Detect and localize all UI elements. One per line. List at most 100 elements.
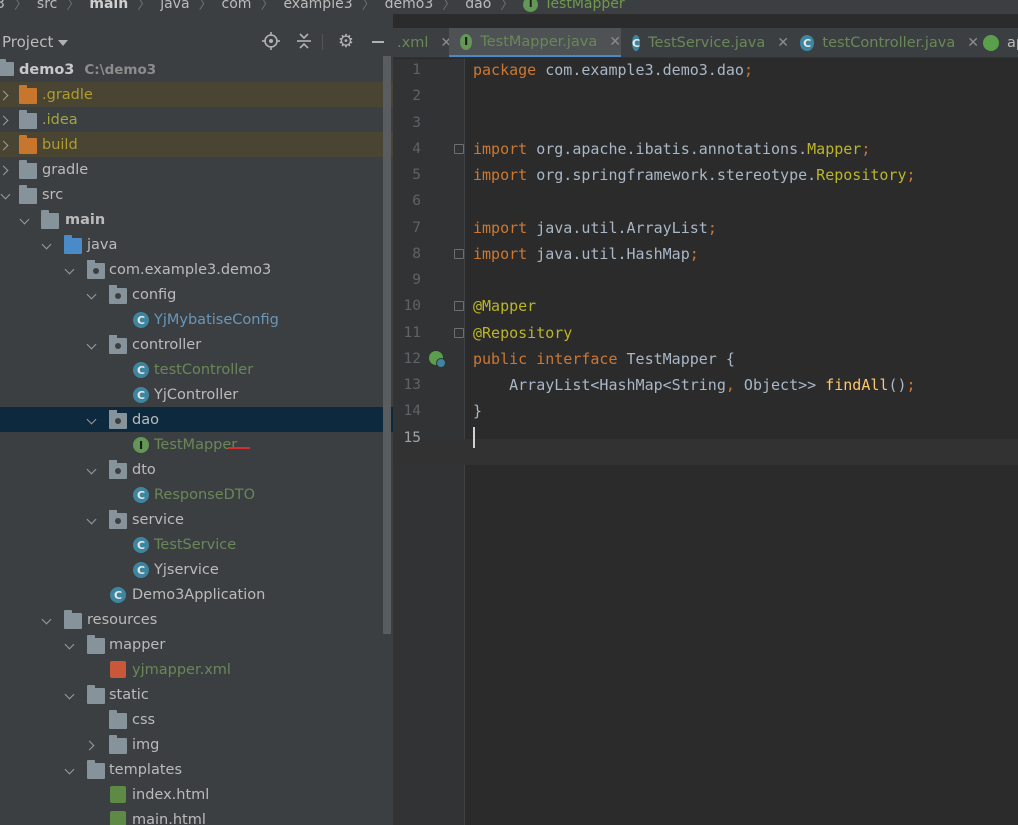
- tree-label: demo3 C:\demo3: [19, 62, 156, 78]
- breadcrumb-java[interactable]: java: [160, 0, 189, 12]
- keyword: package: [473, 61, 537, 79]
- breadcrumb-com[interactable]: com: [222, 0, 252, 12]
- package-icon: [109, 335, 127, 354]
- tree-row-demo3application[interactable]: C Demo3Application: [0, 582, 393, 607]
- tree-row-css[interactable]: css: [0, 707, 393, 732]
- tree-label: YjMybatiseConfig: [154, 311, 279, 328]
- fold-marker-icon[interactable]: [454, 301, 464, 311]
- chevron-down-icon[interactable]: [41, 614, 53, 626]
- tree-label: dto: [132, 461, 156, 478]
- code-line-11: @Repository: [473, 320, 572, 346]
- folder-icon: [19, 185, 37, 204]
- breadcrumb-example3[interactable]: example3: [283, 0, 352, 12]
- gear-icon[interactable]: ⚙: [336, 32, 356, 52]
- breadcrumb-dao[interactable]: dao: [465, 0, 491, 12]
- code-area[interactable]: package com.example3.demo3.dao; import o…: [465, 14, 1018, 780]
- tree-row-service[interactable]: service: [0, 507, 393, 532]
- chevron-down-icon[interactable]: [86, 289, 98, 301]
- tree-row-root[interactable]: demo3 C:\demo3: [0, 57, 393, 82]
- tree-row-config[interactable]: config: [0, 282, 393, 307]
- chevron-right-icon[interactable]: [86, 739, 98, 751]
- breadcrumb-main[interactable]: main: [89, 0, 128, 12]
- chevron-down-icon[interactable]: [64, 639, 76, 651]
- tree-row-gradle-dir[interactable]: .gradle: [0, 82, 393, 107]
- semicolon: ;: [743, 61, 753, 79]
- chevron-down-icon[interactable]: [86, 464, 98, 476]
- code-line-12: public interface TestMapper {: [473, 346, 735, 372]
- project-panel-title[interactable]: Project: [2, 28, 53, 56]
- chevron-right-icon: 〉: [500, 0, 515, 13]
- tree-label: TestMapper: [154, 436, 238, 453]
- tree-row-java[interactable]: java: [0, 232, 393, 257]
- minimize-icon[interactable]: [368, 32, 388, 52]
- project-scrollbar[interactable]: [383, 56, 391, 634]
- spring-bean-icon[interactable]: [429, 351, 446, 368]
- chevron-right-icon[interactable]: [0, 114, 12, 126]
- tree-row-package-root[interactable]: com.example3.demo3: [0, 257, 393, 282]
- chevron-down-icon[interactable]: [64, 764, 76, 776]
- tree-row-testcontroller[interactable]: C testController: [0, 357, 393, 382]
- tree-row-src[interactable]: src: [0, 182, 393, 207]
- tree-row-mapper[interactable]: mapper: [0, 632, 393, 657]
- tree-row-index-html[interactable]: index.html: [0, 782, 393, 807]
- chevron-down-icon[interactable]: [86, 339, 98, 351]
- chevron-down-icon[interactable]: [0, 189, 12, 201]
- tree-row-testmapper[interactable]: I TestMapper: [0, 432, 393, 457]
- tree-row-templates[interactable]: templates: [0, 757, 393, 782]
- tree-row-yjcontroller[interactable]: C YjController: [0, 382, 393, 407]
- breadcrumb-src[interactable]: src: [37, 0, 57, 12]
- code-line-14: }: [473, 398, 482, 424]
- tree-row-dto[interactable]: dto: [0, 457, 393, 482]
- html-file-icon: [110, 786, 126, 803]
- chevron-right-icon: 〉: [137, 0, 152, 13]
- chevron-right-icon[interactable]: [0, 139, 12, 151]
- tab-xml[interactable]: .xml ✕: [393, 28, 452, 57]
- fold-marker-icon[interactable]: [454, 249, 464, 259]
- chevron-down-icon[interactable]: [19, 214, 31, 226]
- tree-label: YjController: [154, 386, 239, 403]
- tree-label: TestService: [154, 536, 237, 553]
- breadcrumb-lead[interactable]: 3: [0, 0, 5, 12]
- tree-row-dao[interactable]: dao: [0, 407, 393, 432]
- chevron-down-icon[interactable]: [86, 514, 98, 526]
- tree-row-yjmapper[interactable]: yjmapper.xml: [0, 657, 393, 682]
- chevron-down-icon[interactable]: [86, 414, 98, 426]
- folder-icon: [0, 59, 14, 76]
- tree-row-gradle[interactable]: gradle: [0, 157, 393, 182]
- code-line-10: @Mapper: [473, 293, 536, 319]
- tree-row-main[interactable]: main: [0, 207, 393, 232]
- dropdown-caret-icon[interactable]: [58, 40, 68, 46]
- tree-label: dao: [132, 411, 159, 428]
- chevron-down-icon[interactable]: [41, 239, 53, 251]
- line-number: 12: [403, 351, 421, 367]
- tree-row-testservice[interactable]: C TestService: [0, 532, 393, 557]
- tree-row-idea[interactable]: .idea: [0, 107, 393, 132]
- tree-label: build: [42, 136, 78, 153]
- tree-row-build[interactable]: build: [0, 132, 393, 157]
- tree-row-static[interactable]: static: [0, 682, 393, 707]
- tree-row-main-html[interactable]: main.html: [0, 807, 393, 825]
- tree-row-responsedto[interactable]: C ResponseDTO: [0, 482, 393, 507]
- chevron-right-icon[interactable]: [0, 164, 12, 176]
- annotation-name: Repository: [816, 166, 907, 184]
- chevron-down-icon[interactable]: [64, 689, 76, 701]
- line-number: 5: [412, 167, 421, 183]
- tree-row-resources[interactable]: resources: [0, 607, 393, 632]
- breadcrumb-demo3[interactable]: demo3: [385, 0, 434, 12]
- package-icon: [109, 460, 127, 479]
- tree-row-yjmybatiseconfig[interactable]: C YjMybatiseConfig: [0, 307, 393, 332]
- breadcrumb-testmapper[interactable]: TestMapper: [544, 0, 624, 12]
- fold-marker-icon[interactable]: [454, 144, 464, 154]
- collapse-all-icon[interactable]: [294, 32, 314, 52]
- chevron-down-icon[interactable]: [64, 264, 76, 276]
- line-number: 15: [403, 430, 421, 446]
- keyword: import: [473, 166, 528, 184]
- line-number: 10: [403, 298, 421, 314]
- tree-row-controller[interactable]: controller: [0, 332, 393, 357]
- locate-icon[interactable]: [261, 32, 281, 52]
- chevron-right-icon[interactable]: [0, 89, 12, 101]
- tree-row-img[interactable]: img: [0, 732, 393, 757]
- class-icon: C: [133, 312, 149, 328]
- fold-marker-icon[interactable]: [454, 328, 464, 338]
- tree-row-yjservice[interactable]: C Yjservice: [0, 557, 393, 582]
